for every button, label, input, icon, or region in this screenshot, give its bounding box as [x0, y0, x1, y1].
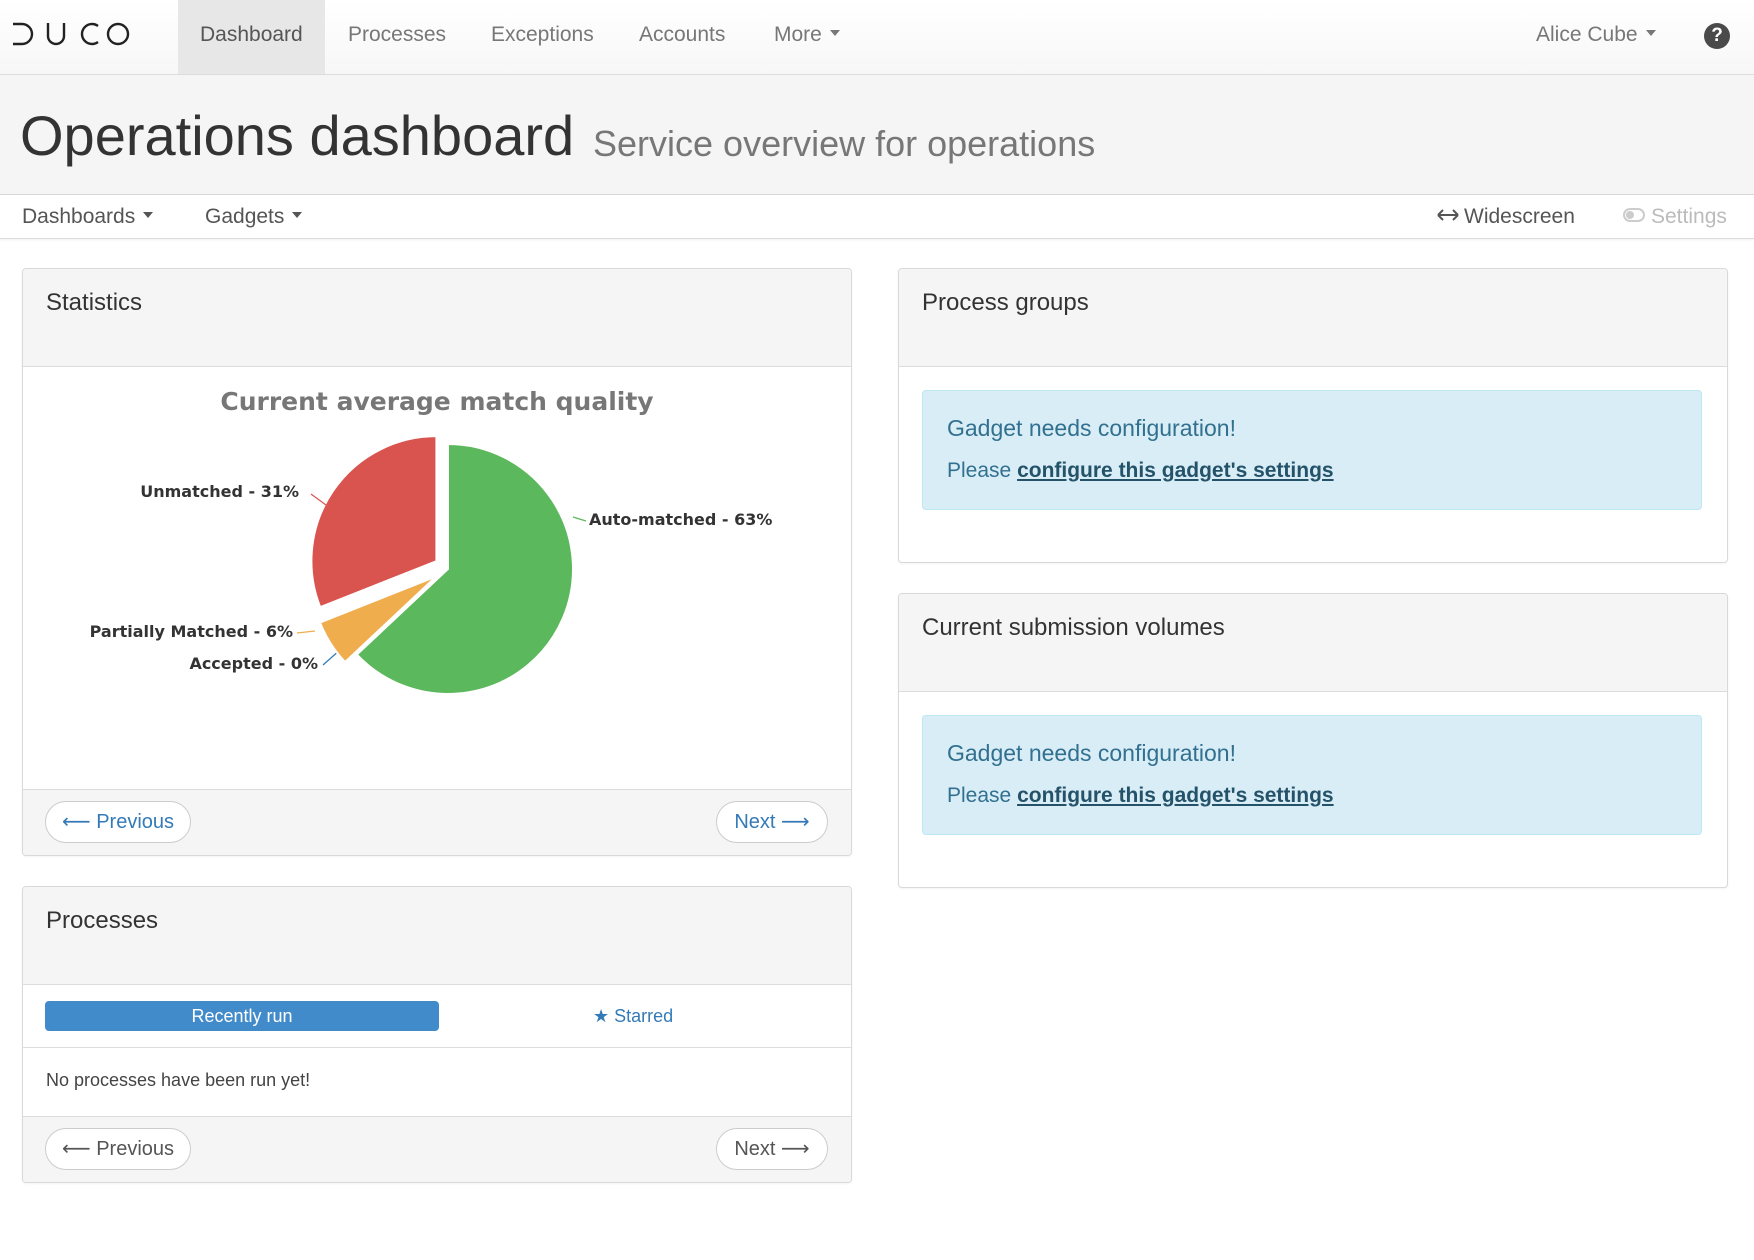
duco-logo-mark: [13, 22, 130, 46]
panel-header: Current submission volumes: [899, 594, 1727, 692]
pie-data-label: Accepted - 0%: [189, 654, 318, 673]
page-title: Operations dashboard: [20, 104, 575, 167]
panel-footer: ⟵ Previous Next ⟶: [23, 789, 851, 855]
match-quality-pie-chart: Auto-matched - 63% Accepted - 0% Partially…: [90, 435, 772, 695]
dashboard-toolbar: Dashboards Gadgets Widescreen Settings: [0, 195, 1754, 239]
page-subtitle: Service overview for operations: [593, 123, 1096, 164]
panel-title: Statistics: [46, 289, 143, 316]
alert-text: Please configure this gadget's settings: [947, 784, 1334, 808]
nav-exceptions[interactable]: Exceptions: [469, 0, 616, 74]
panel-title: Processes: [46, 907, 159, 934]
processes-panel: Processes Recently run ★ Starred No proc…: [22, 886, 852, 1183]
panel-title: Process groups: [922, 289, 1089, 316]
caret-down-icon: [1645, 30, 1656, 37]
previous-button[interactable]: ⟵ Previous: [45, 801, 191, 843]
arrow-left-icon: ⟵: [61, 1138, 97, 1160]
nav-processes-label: Processes: [348, 23, 447, 46]
nav-more-label: More: [774, 23, 822, 46]
horizontal-arrows-icon: [1437, 209, 1459, 222]
next-button[interactable]: Next ⟶: [716, 1128, 828, 1170]
pie-slice-unmatched[interactable]: [310, 435, 438, 609]
arrow-right-icon: ⟶: [775, 1138, 810, 1160]
nav-dashboard[interactable]: Dashboard: [178, 0, 325, 74]
arrow-right-icon: ⟶: [775, 811, 810, 833]
next-label: Next: [734, 1138, 776, 1160]
tab-starred-label: Starred: [614, 1006, 674, 1026]
panel-footer: ⟵ Previous Next ⟶: [23, 1116, 851, 1182]
alert-title: Gadget needs configuration!: [947, 415, 1236, 441]
alert-prefix: Please: [947, 784, 1012, 807]
gadgets-dropdown[interactable]: Gadgets: [205, 195, 303, 238]
previous-button[interactable]: ⟵ Previous: [45, 1128, 191, 1170]
nav-processes[interactable]: Processes: [326, 0, 468, 74]
pie-label-connector: [310, 493, 327, 506]
configure-settings-link[interactable]: configure this gadget's settings: [1017, 784, 1334, 807]
user-menu-dropdown[interactable]: Alice Cube: [1514, 0, 1678, 74]
top-navbar: Dashboard Processes Exceptions Accounts …: [0, 0, 1754, 75]
config-alert: Gadget needs configuration! Please confi…: [922, 390, 1702, 510]
panel-header: Statistics: [23, 269, 851, 367]
previous-label: Previous: [96, 811, 175, 833]
panel-header: Process groups: [899, 269, 1727, 367]
alert-title: Gadget needs configuration!: [947, 740, 1236, 766]
configure-settings-link[interactable]: configure this gadget's settings: [1017, 459, 1334, 482]
toggle-icon: [1623, 208, 1645, 223]
duco-logo[interactable]: [12, 22, 130, 46]
widescreen-button[interactable]: Widescreen: [1437, 195, 1575, 238]
star-icon: ★: [593, 1006, 610, 1026]
caret-down-icon: [829, 30, 840, 37]
panel-title: Current submission volumes: [922, 614, 1225, 641]
dashboards-dropdown[interactable]: Dashboards: [22, 195, 154, 238]
next-button[interactable]: Next ⟶: [716, 801, 828, 843]
next-label: Next: [734, 811, 776, 833]
dashboards-label: Dashboards: [22, 205, 136, 228]
tab-starred[interactable]: ★ Starred: [593, 1001, 673, 1031]
caret-down-icon: [292, 212, 303, 219]
nav-accounts[interactable]: Accounts: [617, 0, 747, 74]
settings-toggle[interactable]: Settings: [1623, 195, 1727, 238]
divider: [23, 1047, 851, 1048]
nav-exceptions-label: Exceptions: [491, 23, 594, 46]
tab-recently-run[interactable]: Recently run: [45, 1001, 439, 1031]
previous-label: Previous: [96, 1138, 175, 1160]
pie-data-label: Unmatched - 31%: [140, 482, 299, 501]
empty-state-text: No processes have been run yet!: [46, 1070, 311, 1090]
caret-down-icon: [143, 212, 154, 219]
nav-accounts-label: Accounts: [639, 23, 726, 46]
arrow-left-icon: ⟵: [61, 811, 97, 833]
pie-label-connector: [296, 630, 316, 634]
page-header: Operations dashboard Service overview fo…: [0, 75, 1754, 195]
gadgets-label: Gadgets: [205, 205, 285, 228]
settings-label: Settings: [1651, 205, 1727, 228]
widescreen-label: Widescreen: [1464, 205, 1575, 228]
panel-header: Processes: [23, 887, 851, 985]
user-name: Alice Cube: [1536, 23, 1638, 46]
statistics-panel: Statistics Current average match quality…: [22, 268, 852, 856]
chart-title: Current average match quality: [220, 387, 654, 416]
config-alert: Gadget needs configuration! Please confi…: [922, 715, 1702, 835]
alert-prefix: Please: [947, 459, 1012, 482]
process-groups-panel: Process groups Gadget needs configuratio…: [898, 268, 1728, 563]
nav-more-dropdown[interactable]: More: [752, 0, 862, 74]
pie-data-label: Partially Matched - 6%: [90, 622, 293, 641]
question-circle-icon[interactable]: ?: [1704, 23, 1730, 49]
alert-text: Please configure this gadget's settings: [947, 459, 1334, 483]
submission-volumes-panel: Current submission volumes Gadget needs …: [898, 593, 1728, 888]
pie-data-label: Auto-matched - 63%: [589, 510, 772, 529]
nav-dashboard-label: Dashboard: [200, 23, 303, 46]
pie-label-connector: [572, 516, 587, 522]
